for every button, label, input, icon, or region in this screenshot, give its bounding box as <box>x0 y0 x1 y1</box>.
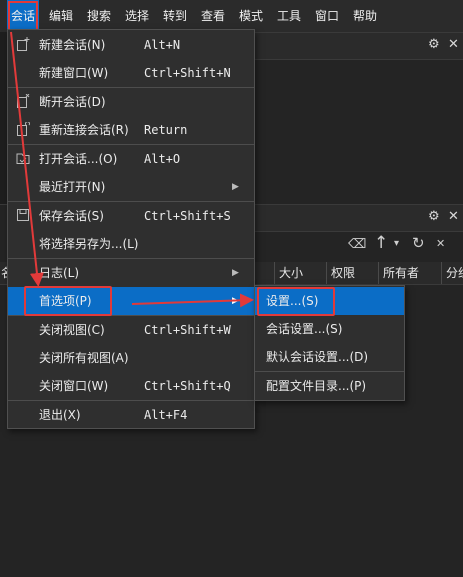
menu-item-label: 默认会话设置...(D) <box>266 350 369 364</box>
column-group[interactable]: 分组 <box>441 262 463 284</box>
close-icon[interactable]: ✕ <box>448 37 459 52</box>
column-size[interactable]: 大小 <box>274 262 327 284</box>
chevron-down-icon[interactable]: ▾ <box>394 238 399 249</box>
menu-item-label: 打开会话...(O) <box>39 152 118 166</box>
menu-item-close-view[interactable]: 关闭视图(C) Ctrl+Shift+W <box>8 316 254 344</box>
folder-open-icon <box>16 153 30 164</box>
menu-search[interactable]: 搜索 <box>87 0 111 32</box>
menu-bar: 会话 编辑 搜索 选择 转到 查看 模式 工具 窗口 帮助 <box>0 0 463 32</box>
menu-item-disconnect[interactable]: 断开会话(D) <box>8 88 254 116</box>
close-icon[interactable]: ✕ <box>448 209 459 224</box>
menu-item-save-session[interactable]: 保存会话(S) Ctrl+Shift+S <box>8 202 254 230</box>
menu-item-label: 最近打开(N) <box>39 180 106 194</box>
menu-item-label: 将选择另存为...(L) <box>39 237 139 251</box>
menu-item-new-window[interactable]: 新建窗口(W) Ctrl+Shift+N <box>8 59 254 87</box>
submenu-item-config-directory[interactable]: 配置文件目录...(P) <box>255 372 404 400</box>
menu-item-save-selection-as[interactable]: 将选择另存为...(L) <box>8 230 254 258</box>
menu-item-shortcut: Ctrl+Shift+N <box>144 66 231 80</box>
menu-window[interactable]: 窗口 <box>315 0 339 32</box>
menu-item-shortcut: Alt+O <box>144 152 181 166</box>
menu-item-new-session[interactable]: 新建会话(N) Alt+N <box>8 31 254 59</box>
arrow-up-icon[interactable]: ↑ <box>374 233 388 253</box>
menu-item-reconnect[interactable]: 重新连接会话(R) Return <box>8 116 254 144</box>
menu-item-shortcut: Ctrl+Shift+S <box>144 209 231 223</box>
menu-item-label: 重新连接会话(R) <box>39 123 129 137</box>
reconnect-icon <box>17 122 30 136</box>
top-panel: ⚙ ✕ <box>254 32 463 205</box>
menu-item-shortcut: Ctrl+Shift+W <box>144 323 231 337</box>
menu-item-close-all-views[interactable]: 关闭所有视图(A) <box>8 344 254 372</box>
session-menu: 新建会话(N) Alt+N 新建窗口(W) Ctrl+Shift+N 断开会话(… <box>7 29 255 429</box>
menu-goto[interactable]: 转到 <box>163 0 187 32</box>
menu-edit[interactable]: 编辑 <box>49 0 73 32</box>
menu-help[interactable]: 帮助 <box>353 0 377 32</box>
menu-item-label: 关闭所有视图(A) <box>39 351 129 365</box>
gear-icon[interactable]: ⚙ <box>428 209 440 224</box>
chevron-right-icon: ▶ <box>232 268 239 278</box>
menu-item-label: 新建窗口(W) <box>39 66 109 80</box>
save-icon <box>17 209 29 221</box>
menu-session[interactable]: 会话 <box>7 0 39 32</box>
disconnect-icon <box>17 94 30 108</box>
file-panel-header: ⚙ ✕ <box>254 205 463 232</box>
menu-item-label: 关闭视图(C) <box>39 323 105 337</box>
menu-item-label: 关闭窗口(W) <box>39 379 109 393</box>
menu-item-label: 保存会话(S) <box>39 209 104 223</box>
file-toolbar: ⌫ ↑ ▾ ↻ ✕ <box>254 232 463 258</box>
menu-item-exit[interactable]: 退出(X) Alt+F4 <box>8 401 254 429</box>
menu-item-shortcut: Ctrl+Shift+Q <box>144 379 231 393</box>
menu-item-shortcut: Alt+F4 <box>144 408 188 422</box>
refresh-icon[interactable]: ↻ <box>412 234 425 252</box>
submenu-item-default-session-settings[interactable]: 默认会话设置...(D) <box>255 343 404 371</box>
menu-view[interactable]: 查看 <box>201 0 225 32</box>
menu-item-label: 断开会话(D) <box>39 95 106 109</box>
close-icon[interactable]: ✕ <box>436 237 445 250</box>
new-session-icon <box>17 37 30 51</box>
menu-item-label: 退出(X) <box>39 408 81 422</box>
clear-icon[interactable]: ⌫ <box>348 237 366 252</box>
menu-mode[interactable]: 模式 <box>239 0 263 32</box>
menu-item-label: 新建会话(N) <box>39 38 106 52</box>
chevron-right-icon: ▶ <box>232 182 239 192</box>
menu-item-close-window[interactable]: 关闭窗口(W) Ctrl+Shift+Q <box>8 372 254 400</box>
annotation-box-preferences <box>24 286 112 316</box>
menu-item-open-session[interactable]: 打开会话...(O) Alt+O <box>8 145 254 173</box>
menu-item-label: 配置文件目录...(P) <box>266 379 367 393</box>
column-name[interactable]: 名 <box>0 262 7 284</box>
menu-item-shortcut: Alt+N <box>144 38 181 52</box>
submenu-item-session-settings[interactable]: 会话设置...(S) <box>255 315 404 343</box>
menu-item-recent[interactable]: 最近打开(N) ▶ <box>8 173 254 201</box>
column-permission[interactable]: 权限 <box>326 262 379 284</box>
menu-item-shortcut: Return <box>144 123 188 137</box>
menu-tools[interactable]: 工具 <box>277 0 301 32</box>
menu-item-label: 会话设置...(S) <box>266 322 343 336</box>
menu-item-log[interactable]: 日志(L) ▶ <box>8 259 254 287</box>
column-owner[interactable]: 所有者 <box>378 262 443 284</box>
chevron-right-icon: ▶ <box>232 296 239 306</box>
menu-select[interactable]: 选择 <box>125 0 149 32</box>
gear-icon[interactable]: ⚙ <box>428 37 440 52</box>
annotation-box-settings <box>257 287 335 316</box>
menu-item-label: 日志(L) <box>39 266 80 280</box>
top-panel-header: ⚙ ✕ <box>254 33 463 60</box>
